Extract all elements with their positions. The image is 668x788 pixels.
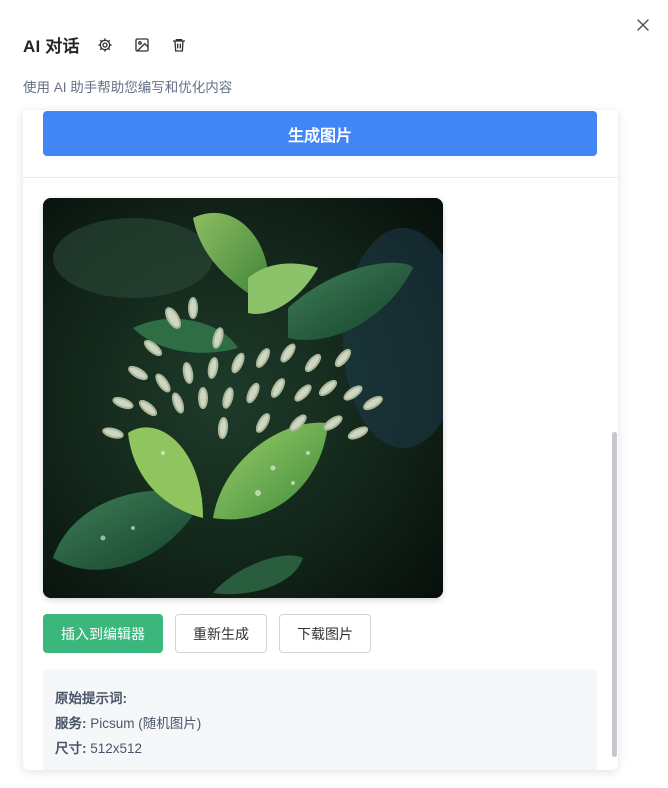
scrollbar-thumb[interactable]: [612, 432, 617, 757]
image-mode-button[interactable]: [130, 33, 154, 57]
service-label: 服务:: [55, 716, 87, 731]
dialog-subtitle: 使用 AI 助手帮助您编写和优化内容: [23, 80, 233, 95]
download-image-button[interactable]: 下载图片: [279, 614, 371, 653]
size-label: 尺寸:: [55, 741, 87, 756]
regenerate-button[interactable]: 重新生成: [175, 614, 267, 653]
image-result-panel: 生成图片 插入到编辑器 重新生成 下载图片 原始提示词: 服务: Picsum …: [23, 110, 618, 770]
close-button[interactable]: [632, 14, 654, 36]
prompt-label: 原始提示词:: [55, 691, 127, 706]
size-row: 尺寸: 512x512: [55, 737, 142, 757]
scrollbar[interactable]: [610, 110, 618, 770]
dialog-header: AI 对话: [23, 32, 191, 57]
image-icon: [135, 37, 149, 52]
generated-image: [43, 198, 443, 598]
generate-image-button[interactable]: 生成图片: [43, 111, 597, 156]
size-value: 512x512: [90, 741, 143, 756]
service-row: 服务: Picsum (随机图片): [55, 712, 201, 732]
image-info: 原始提示词: 服务: Picsum (随机图片) 尺寸: 512x512: [43, 669, 597, 770]
close-icon: [637, 19, 649, 31]
service-value: Picsum (随机图片): [90, 716, 202, 731]
settings-button[interactable]: [93, 33, 117, 57]
dialog-title: AI 对话: [23, 37, 80, 56]
trash-icon: [172, 38, 185, 52]
clear-button[interactable]: [167, 33, 191, 57]
divider: [23, 177, 618, 178]
image-actions: 插入到编辑器 重新生成 下载图片: [43, 614, 371, 653]
ai-dialog: AI 对话 使用 AI 助手帮助您编写和优化内容 生成图片 插入到编辑器 重新生…: [0, 0, 668, 788]
prompt-row: 原始提示词:: [55, 687, 127, 707]
gear-icon: [98, 37, 112, 52]
insert-to-editor-button[interactable]: 插入到编辑器: [43, 614, 163, 653]
